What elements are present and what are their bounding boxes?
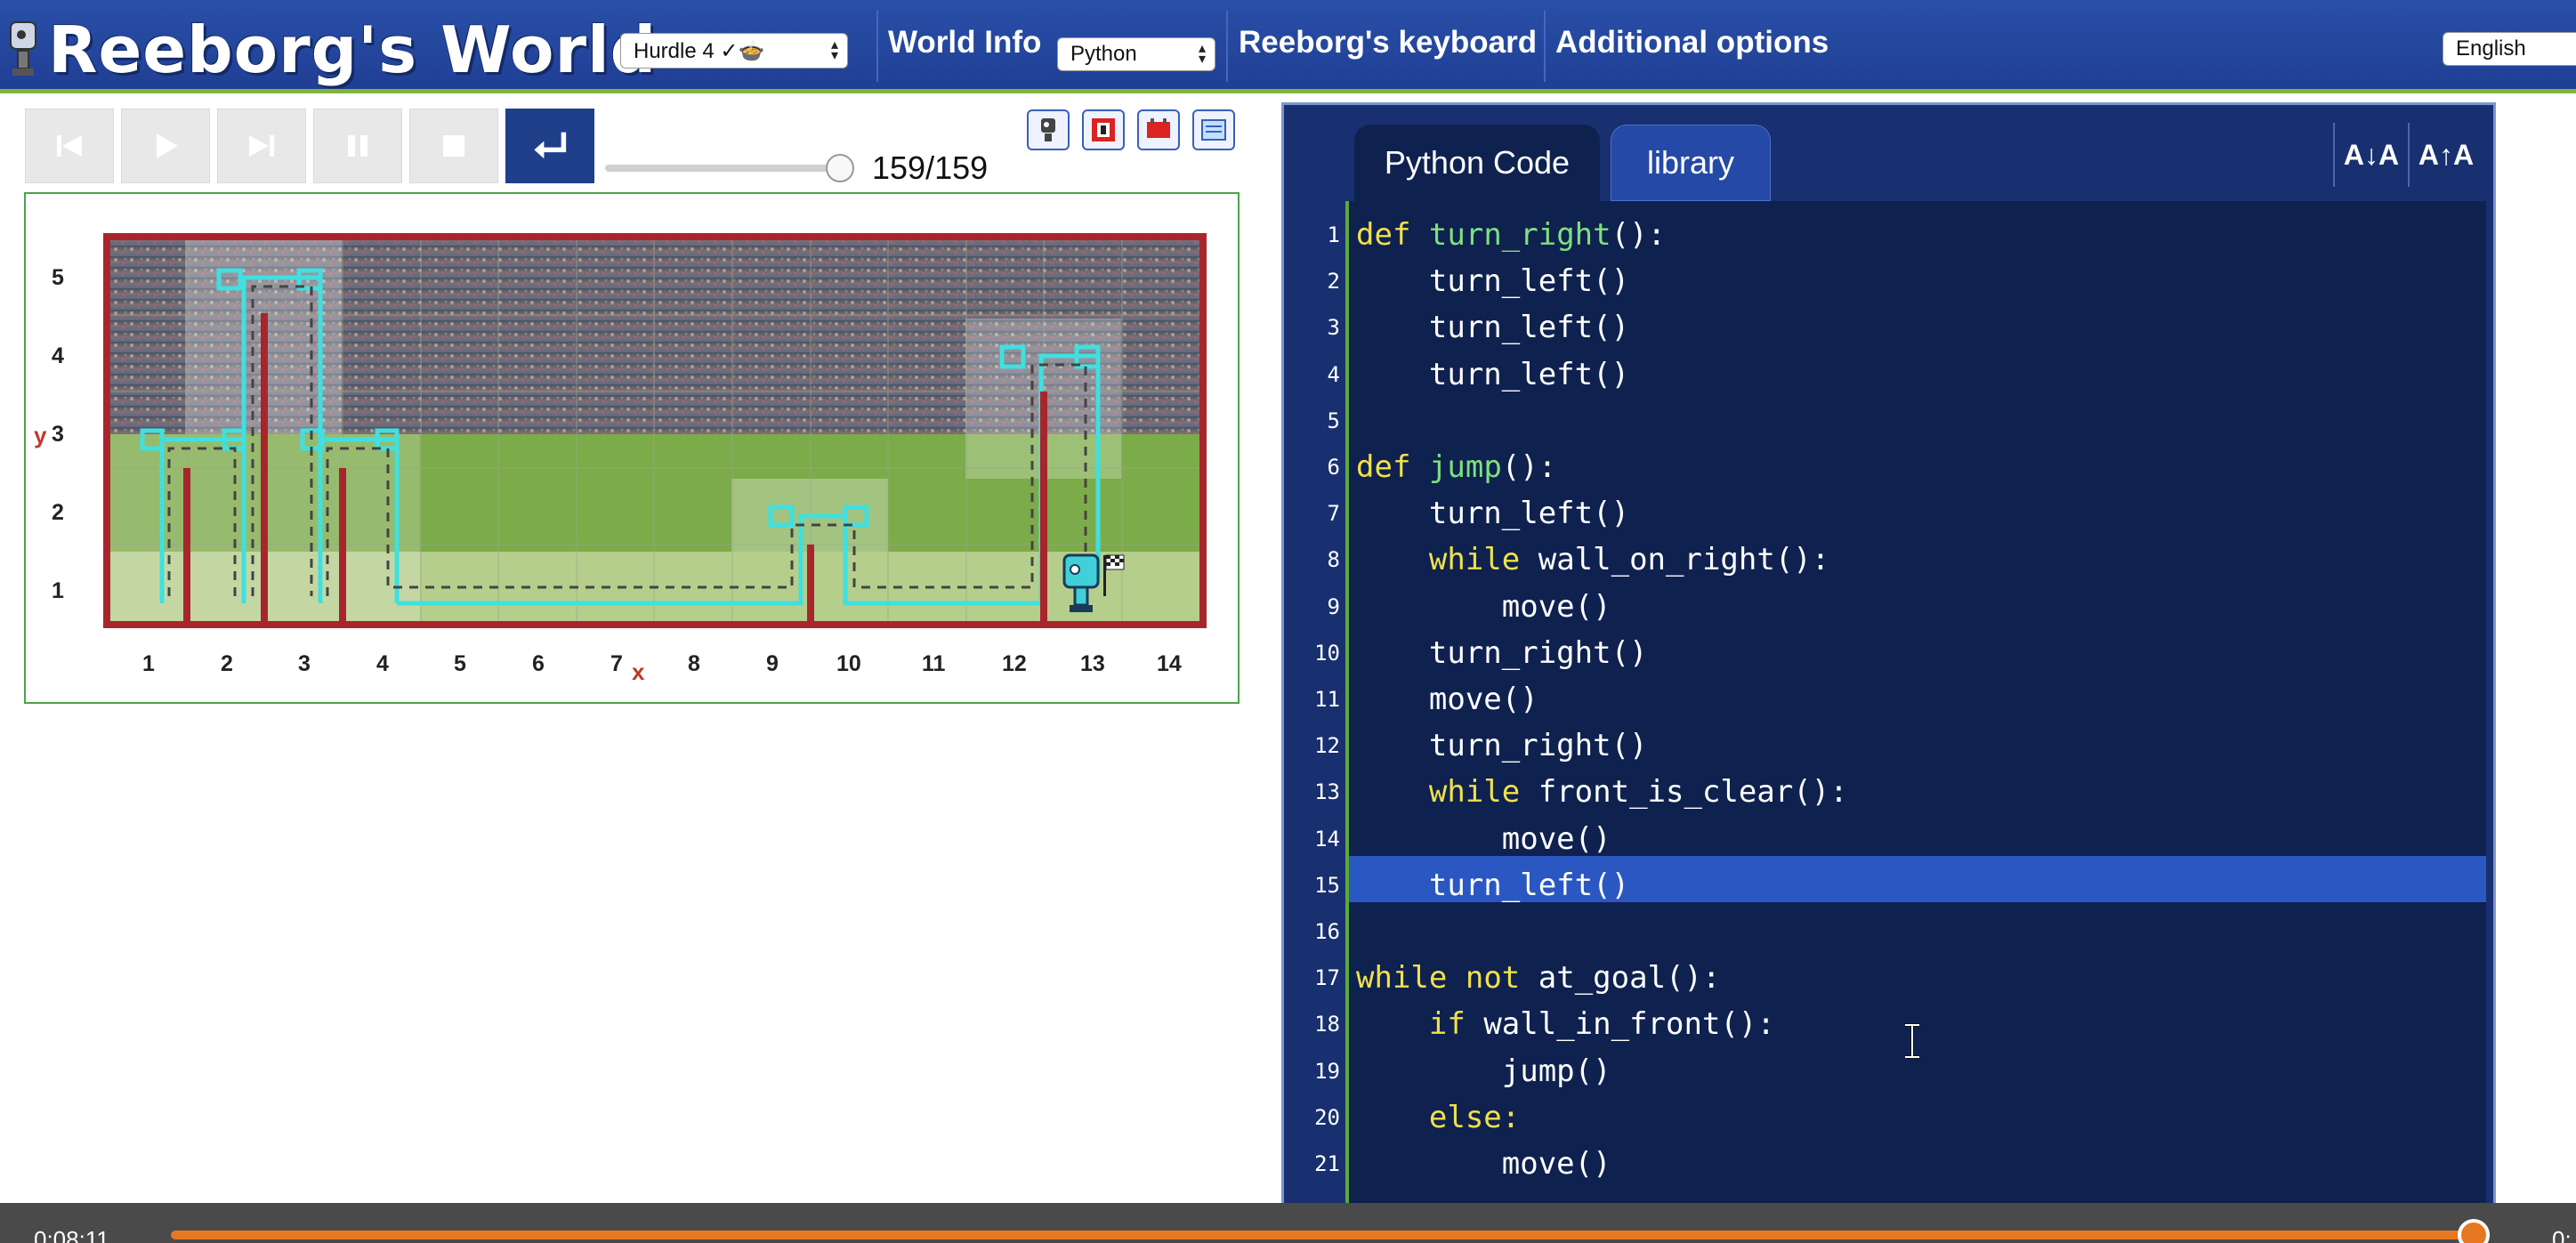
toolbar-divider: [2408, 123, 2410, 187]
reeborg-keyboard-button[interactable]: Reeborg's keyboard: [1239, 25, 1537, 61]
code-line: move(): [1501, 820, 1611, 857]
x-tick-label: 4: [376, 651, 389, 676]
code-line: while wall_on_right():: [1428, 542, 1830, 578]
world-grid: [103, 233, 1207, 628]
line-number: 6: [1327, 455, 1340, 480]
video-duration: 0:: [2552, 1226, 2572, 1243]
line-number: 16: [1314, 919, 1340, 944]
x-tick-label: 11: [922, 651, 946, 676]
y-tick-label: 5: [52, 265, 64, 290]
x-tick-label: 5: [454, 651, 466, 676]
x-tick-label: 12: [1002, 651, 1027, 676]
x-tick-label: 3: [298, 651, 311, 676]
ui-language-value: English: [2456, 36, 2526, 61]
y-tick-label: 1: [52, 578, 64, 603]
code-line: turn_left(): [1428, 356, 1630, 392]
line-number: 11: [1314, 687, 1340, 712]
toolbar-divider: [2333, 123, 2335, 187]
x-tick-label: 7: [610, 651, 623, 676]
code-line: turn_left(): [1428, 867, 1630, 903]
additional-options-button[interactable]: Additional options: [1555, 25, 1829, 61]
x-tick-label: 13: [1080, 651, 1105, 676]
x-tick-label: 2: [221, 651, 233, 676]
line-number: 4: [1327, 361, 1340, 387]
line-number: 8: [1327, 547, 1340, 573]
video-progress-bar[interactable]: [171, 1231, 2471, 1239]
line-number: 19: [1314, 1058, 1340, 1084]
ui-language-select[interactable]: English: [2443, 32, 2576, 66]
line-number: 7: [1327, 501, 1340, 527]
line-number: 3: [1327, 315, 1340, 341]
x-tick-label: 8: [688, 651, 700, 676]
line-number: 12: [1314, 733, 1340, 759]
increase-font-button[interactable]: A↑A: [2411, 123, 2481, 187]
code-line: jump(): [1501, 1053, 1611, 1089]
code-line: turn_left(): [1428, 310, 1630, 346]
y-tick-label: 2: [52, 500, 64, 525]
menu-divider: [1544, 11, 1546, 82]
code-line: def turn_right():: [1356, 217, 1667, 253]
code-line: move(): [1501, 1146, 1611, 1182]
x-tick-label: 14: [1157, 651, 1182, 676]
line-number: 17: [1314, 965, 1340, 991]
decrease-font-button[interactable]: A↓A: [2337, 123, 2406, 187]
y-tick-label: 4: [52, 343, 64, 368]
y-tick-label: 3: [52, 422, 64, 447]
code-line: turn_right(): [1428, 728, 1648, 764]
code-line: move(): [1501, 588, 1611, 625]
code-line: else:: [1428, 1099, 1521, 1135]
line-number: 9: [1327, 593, 1340, 619]
x-tick-label: 9: [766, 651, 779, 676]
line-number: 1: [1327, 222, 1340, 247]
tab-library[interactable]: library: [1611, 125, 1771, 201]
y-axis-label: y: [34, 422, 47, 448]
line-number: 13: [1314, 779, 1340, 805]
x-tick-label: 10: [836, 651, 861, 676]
line-number: 18: [1314, 1012, 1340, 1037]
code-line: move(): [1428, 682, 1538, 717]
code-line: if wall_in_front():: [1428, 1006, 1775, 1043]
line-number: 10: [1314, 640, 1340, 666]
code-line: while front_is_clear():: [1428, 774, 1848, 811]
code-line: turn_left(): [1428, 263, 1630, 300]
x-tick-label: 6: [532, 651, 545, 676]
code-line: turn_left(): [1428, 496, 1630, 532]
code-line: def jump():: [1356, 449, 1557, 485]
x-axis-label: x: [632, 658, 645, 685]
text-cursor-icon: [1905, 1023, 1919, 1059]
line-number: 20: [1314, 1104, 1340, 1130]
line-number: 14: [1314, 826, 1340, 852]
code-line: turn_right(): [1428, 634, 1648, 671]
line-number: 15: [1314, 872, 1340, 898]
x-tick-label: 1: [142, 651, 155, 676]
tab-python-code[interactable]: Python Code: [1354, 125, 1600, 201]
video-elapsed-time: 0:08:11: [34, 1226, 109, 1243]
gutter-border: [1345, 201, 1349, 1210]
code-line: while not at_goal():: [1356, 960, 1721, 997]
line-number: 5: [1327, 408, 1340, 433]
line-number: 2: [1327, 269, 1340, 295]
line-number: 21: [1314, 1151, 1340, 1176]
